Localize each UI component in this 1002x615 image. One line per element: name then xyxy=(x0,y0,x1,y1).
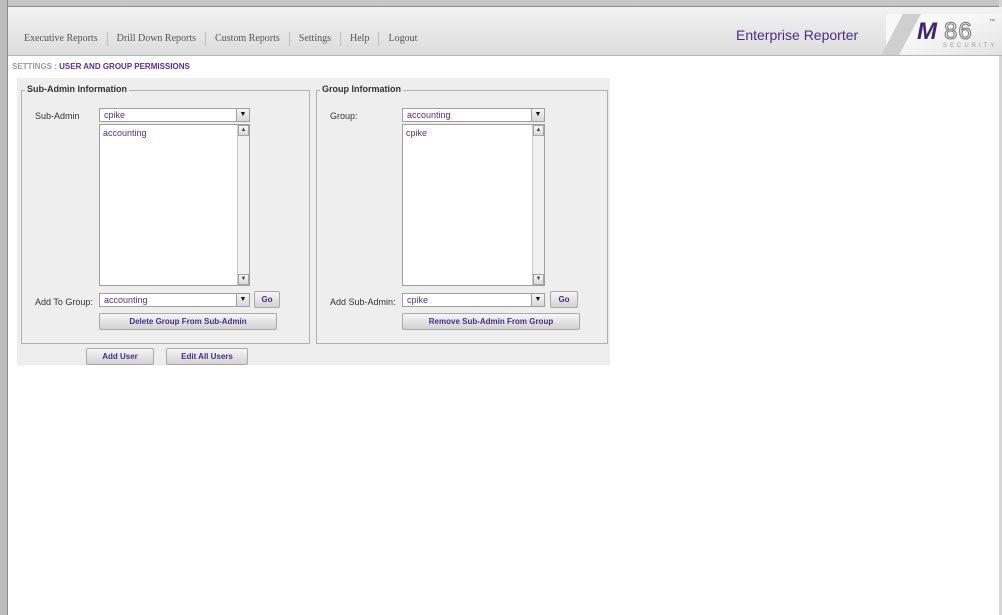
subadmin-label: Sub-Admin xyxy=(35,111,80,121)
add-subadmin-go-button[interactable]: Go xyxy=(550,291,578,308)
list-item[interactable]: accounting xyxy=(103,128,147,138)
chevron-down-icon[interactable]: ▼ xyxy=(531,109,544,121)
logo-86: 86 xyxy=(944,18,973,46)
breadcrumb-section: SETTINGS : xyxy=(12,62,60,71)
m86-security-logo: M 86 ™ SECURITY xyxy=(881,14,1002,55)
group-fieldset: Group Information Group: accounting ▼ cp… xyxy=(316,84,608,344)
header-bar: Executive Reports Drill Down Reports Cus… xyxy=(8,7,1002,56)
nav-drill-down-reports[interactable]: Drill Down Reports xyxy=(108,32,207,46)
breadcrumb-current: USER AND GROUP PERMISSIONS xyxy=(59,62,190,71)
add-user-button[interactable]: Add User xyxy=(86,348,154,365)
chevron-down-icon[interactable]: ▼ xyxy=(531,294,544,306)
logo-m: M xyxy=(917,18,937,45)
list-item[interactable]: cpike xyxy=(406,128,427,138)
delete-group-from-subadmin-button[interactable]: Delete Group From Sub-Admin xyxy=(99,313,277,330)
edit-all-users-button[interactable]: Edit All Users xyxy=(166,348,248,365)
scroll-up-icon[interactable]: ▲ xyxy=(533,125,544,136)
permissions-panel: Sub-Admin Information Sub-Admin cpike ▼ … xyxy=(17,78,610,365)
add-subadmin-select-value: cpike xyxy=(407,295,429,305)
group-select[interactable]: accounting ▼ xyxy=(402,108,545,122)
nav-custom-reports[interactable]: Custom Reports xyxy=(206,32,290,46)
chevron-down-icon[interactable]: ▼ xyxy=(236,109,249,121)
scroll-up-icon[interactable]: ▲ xyxy=(238,125,249,136)
logo-security: SECURITY xyxy=(943,43,998,49)
add-to-group-select[interactable]: accounting ▼ xyxy=(99,293,250,307)
subadmin-select-value: cpike xyxy=(104,110,126,120)
scroll-down-icon[interactable]: ▼ xyxy=(533,274,544,285)
group-legend: Group Information xyxy=(320,84,403,94)
listbox-scrollbar[interactable]: ▲ ▼ xyxy=(237,125,249,285)
nav-executive-reports[interactable]: Executive Reports xyxy=(18,32,108,46)
subadmin-fieldset: Sub-Admin Information Sub-Admin cpike ▼ … xyxy=(21,84,310,344)
group-members-listbox[interactable]: cpike ▲ ▼ xyxy=(402,124,545,286)
nav-settings[interactable]: Settings xyxy=(290,32,342,46)
subadmin-legend: Sub-Admin Information xyxy=(25,84,129,94)
nav-help[interactable]: Help xyxy=(341,32,380,46)
group-select-value: accounting xyxy=(407,110,451,120)
subadmin-select[interactable]: cpike ▼ xyxy=(99,108,250,122)
add-to-group-label: Add To Group: xyxy=(35,297,93,307)
listbox-scrollbar[interactable]: ▲ ▼ xyxy=(532,125,544,285)
logo-slash-shape xyxy=(881,14,921,55)
add-subadmin-select[interactable]: cpike ▼ xyxy=(402,293,545,307)
logo-trademark: ™ xyxy=(989,19,995,25)
breadcrumb: SETTINGS : USER AND GROUP PERMISSIONS xyxy=(12,62,190,71)
window-frame-top xyxy=(0,0,1002,7)
nav-logout[interactable]: Logout xyxy=(379,32,426,46)
add-subadmin-label: Add Sub-Admin: xyxy=(330,297,396,307)
subadmin-groups-listbox[interactable]: accounting ▲ ▼ xyxy=(99,124,250,286)
chevron-down-icon[interactable]: ▼ xyxy=(236,294,249,306)
remove-subadmin-from-group-button[interactable]: Remove Sub-Admin From Group xyxy=(402,313,580,330)
app-title: Enterprise Reporter xyxy=(736,27,859,43)
add-to-group-select-value: accounting xyxy=(104,295,148,305)
group-label: Group: xyxy=(330,111,358,121)
scroll-down-icon[interactable]: ▼ xyxy=(238,274,249,285)
main-nav: Executive Reports Drill Down Reports Cus… xyxy=(18,32,426,46)
window-frame-left xyxy=(0,0,8,615)
add-to-group-go-button[interactable]: Go xyxy=(254,291,280,308)
